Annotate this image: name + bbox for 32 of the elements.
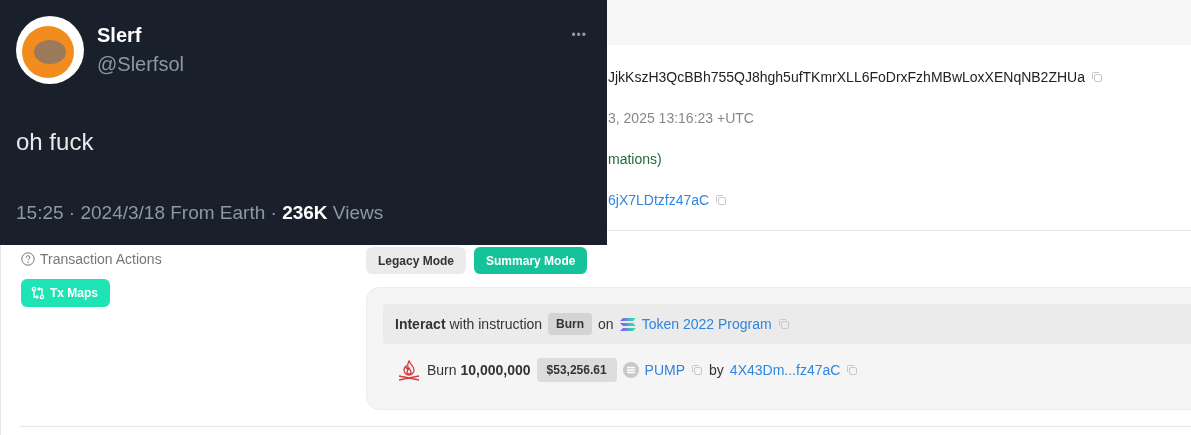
status-text: mations): [608, 150, 662, 167]
avatar: [16, 16, 84, 84]
author-name: Slerf: [97, 24, 143, 47]
stripes-icon: [619, 317, 636, 331]
token-link[interactable]: PUMP: [644, 362, 686, 378]
account-link[interactable]: 6jX7LDtzfz47aC: [608, 191, 710, 208]
timestamp-text: 3, 2025 13:16:23 +UTC: [608, 109, 754, 126]
mode-tab[interactable]: Legacy Mode: [366, 247, 467, 274]
route-icon: [31, 286, 45, 300]
value-tag: $53,256.61: [536, 358, 617, 382]
section-label: Transaction Actions: [40, 251, 162, 267]
copy-icon[interactable]: [777, 318, 790, 330]
help-icon: [21, 252, 35, 266]
mode-tab[interactable]: Summary Mode: [474, 247, 588, 274]
copy-icon[interactable]: [715, 193, 728, 206]
campfire-icon: [397, 359, 421, 381]
instruction-tag: Burn: [548, 313, 593, 335]
program-link[interactable]: Token 2022 Program: [641, 316, 772, 332]
copy-icon[interactable]: [691, 364, 704, 376]
tweet-text: oh fuck: [16, 128, 95, 156]
tweet-meta: 15:25 · 2024/3/18 From Earth · 236K Views: [16, 202, 385, 224]
copy-icon[interactable]: [1090, 70, 1103, 83]
more-icon[interactable]: •••: [571, 28, 587, 42]
signature-text: JjkKszH3QcBBh755QJ8hgh5ufTKmrXLL6FoDrxFzhMBwLoxXENqNB2ZHUa: [608, 68, 1085, 85]
on-text: on: [598, 316, 614, 332]
copy-icon[interactable]: [846, 364, 859, 376]
by-text: by: [709, 362, 724, 378]
burn-text: Burn 10,000,000: [427, 362, 531, 378]
author-handle: @Slerfsol: [97, 53, 185, 76]
instruction-text: Interact with instruction: [395, 316, 543, 332]
token-icon: [622, 362, 639, 378]
account-link[interactable]: 4X43Dm...fz47aC: [729, 362, 841, 378]
